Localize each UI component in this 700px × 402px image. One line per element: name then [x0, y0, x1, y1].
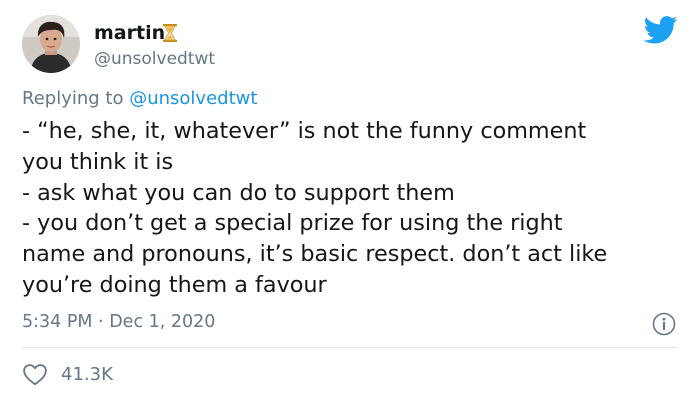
tweet-text-line: - you don’t get a special prize for usin…	[22, 210, 563, 237]
info-icon[interactable]	[652, 312, 676, 340]
replying-to: Replying to @unsolvedtwt	[22, 88, 257, 110]
tweet-text-line: - ask what you can do to support them	[22, 179, 455, 206]
reply-handle-link[interactable]: @unsolvedtwt	[129, 88, 257, 109]
like-count: 41.3K	[61, 364, 113, 385]
tweet-text-line: - “he, she, it, whatever” is not the fun…	[22, 118, 587, 144]
tweet-text-line: you think it is	[22, 148, 174, 175]
divider	[22, 347, 678, 348]
hourglass-icon	[161, 23, 179, 47]
tweet-text: - “he, she, it, whatever” is not the fun…	[22, 116, 682, 301]
heart-icon[interactable]	[22, 363, 48, 390]
twitter-bird-icon[interactable]	[643, 16, 678, 48]
avatar[interactable]	[22, 15, 80, 73]
author-handle[interactable]: @unsolvedtwt	[94, 49, 215, 69]
replying-prefix: Replying to	[22, 88, 130, 109]
display-name[interactable]: martin	[94, 22, 165, 44]
tweet-text-line: you’re doing them a favour	[22, 271, 327, 298]
timestamp[interactable]: 5:34 PM · Dec 1, 2020	[22, 311, 215, 333]
tweet-text-line: name and pronouns, it’s basic respect. d…	[22, 241, 608, 268]
tweet-card: martin @unsolvedtwt Replying to @unsolve…	[0, 0, 700, 402]
